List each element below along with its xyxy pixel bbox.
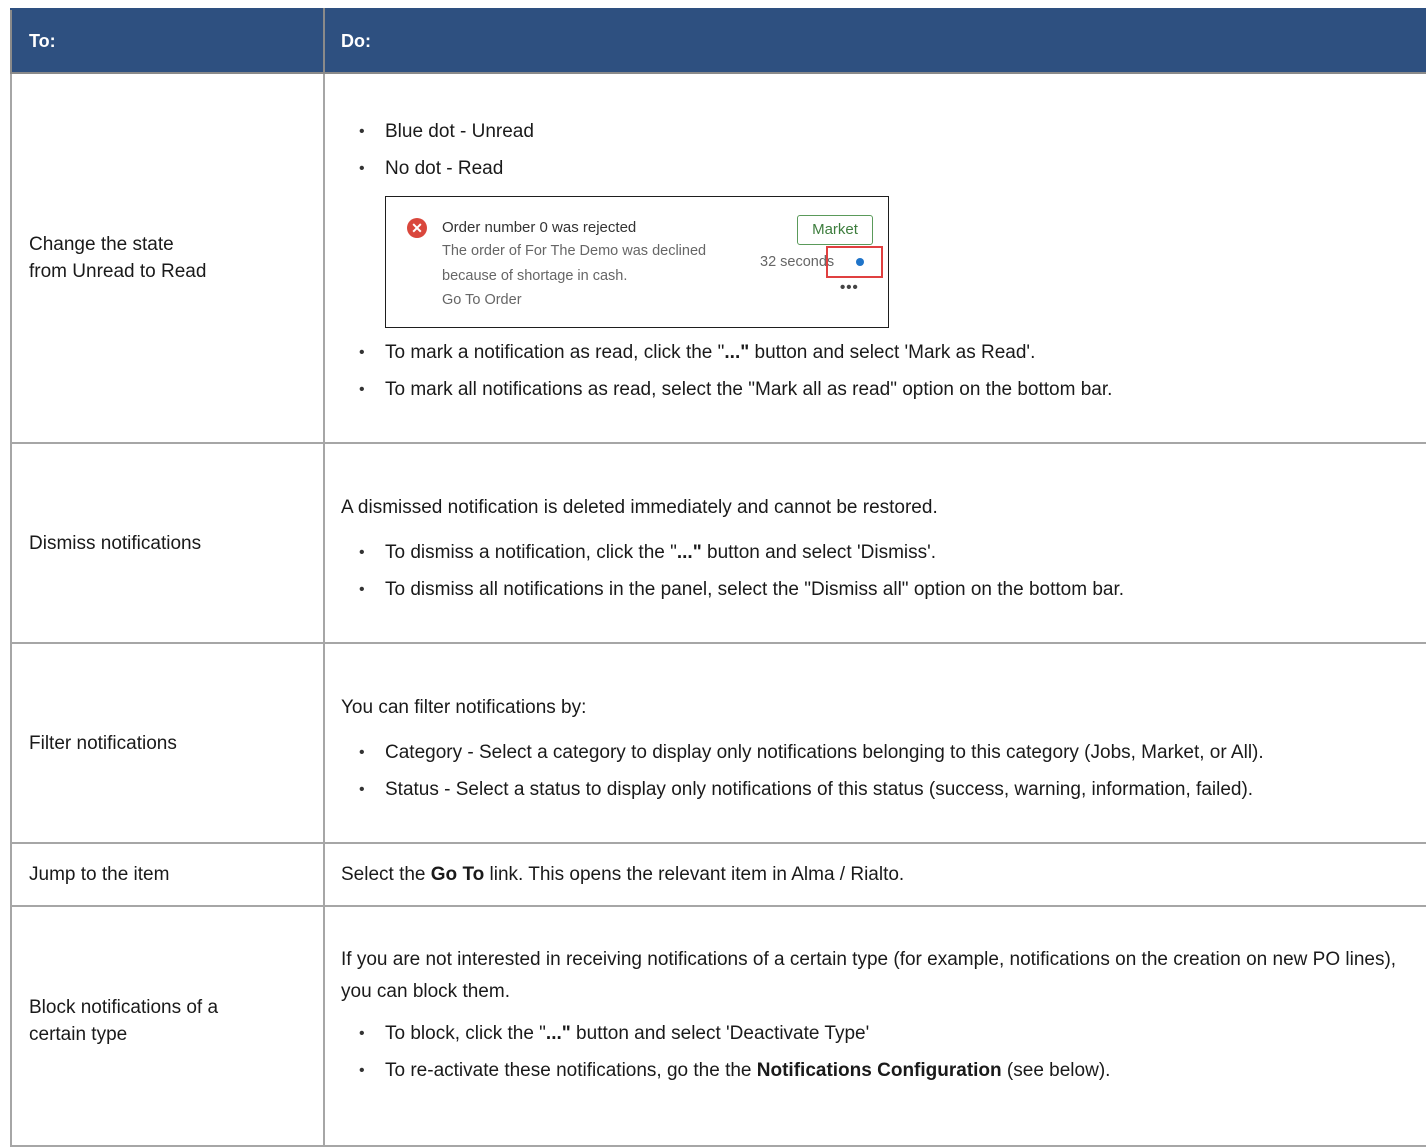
notifications-configuration-bold: Notifications Configuration	[756, 1060, 1002, 1081]
table-header-row: To: Do:	[10, 8, 1426, 74]
notification-card-screenshot: ✕ Order number 0 was rejected The order …	[385, 196, 889, 328]
row-intro-text: You can filter notifications by:	[341, 697, 587, 718]
list-item: No dot - Read	[341, 157, 1418, 181]
go-to-order-link[interactable]: Go To Order	[442, 292, 522, 308]
row-intro-text: A dismissed notification is deleted imme…	[341, 497, 938, 518]
bullet-list: To mark a notification as read, click th…	[341, 341, 1418, 402]
list-item: Category - Select a category to display …	[341, 741, 1418, 765]
highlight-box	[826, 246, 883, 278]
table-row: Filter notifications You can filter noti…	[10, 642, 1426, 844]
notifications-actions-table: To: Do: Change the state from Unread to …	[10, 8, 1426, 1147]
list-item: To mark a notification as read, click th…	[341, 341, 1418, 365]
bullet-list: To dismiss a notification, click the "..…	[341, 541, 1418, 602]
row-to-line: from Unread to Read	[29, 261, 207, 282]
table-row: Jump to the item Select the Go To link. …	[10, 842, 1426, 907]
row-do-cell: Select the Go To link. This opens the re…	[323, 842, 1426, 907]
row-intro-text: If you are not interested in receiving n…	[341, 949, 1397, 1002]
bullet-list: To block, click the "..." button and sel…	[341, 1022, 1398, 1083]
notification-body-line: The order of For The Demo was declined	[442, 243, 707, 259]
notification-title: Order number 0 was rejected	[442, 219, 637, 236]
go-to-bold: Go To	[430, 863, 485, 885]
row-to-cell: Block notifications of a certain type	[10, 905, 325, 1147]
row-do-cell: Blue dot - Unread No dot - Read ✕ Order …	[323, 72, 1426, 444]
notification-body-line: because of shortage in cash.	[442, 268, 628, 284]
bullet-list: Blue dot - Unread No dot - Read	[341, 120, 1418, 181]
list-item: To dismiss all notifications in the pane…	[341, 578, 1418, 602]
row-to-cell: Filter notifications	[10, 642, 325, 844]
row-to-cell: Jump to the item	[10, 842, 325, 907]
list-item: To dismiss a notification, click the "..…	[341, 541, 1418, 565]
table-row: Dismiss notifications A dismissed notifi…	[10, 442, 1426, 644]
list-item: To block, click the "..." button and sel…	[341, 1022, 1398, 1046]
row-do-cell: A dismissed notification is deleted imme…	[323, 442, 1426, 644]
header-to: To:	[10, 8, 325, 74]
list-item: Blue dot - Unread	[341, 120, 1418, 144]
row-to-line: Change the state	[29, 234, 174, 255]
list-item: To mark all notifications as read, selec…	[341, 378, 1418, 402]
row-to-line: Block notifications of a	[29, 997, 219, 1018]
error-x-icon: ✕	[407, 218, 427, 238]
list-item: To re-activate these notifications, go t…	[341, 1059, 1398, 1083]
list-item: Status - Select a status to display only…	[341, 778, 1418, 802]
row-do-cell: If you are not interested in receiving n…	[323, 905, 1426, 1147]
table-row: Block notifications of a certain type If…	[10, 905, 1426, 1147]
row-do-cell: You can filter notifications by: Categor…	[323, 642, 1426, 844]
row-to-line: certain type	[29, 1024, 128, 1045]
table-row: Change the state from Unread to Read Blu…	[10, 72, 1426, 444]
row-to-cell: Dismiss notifications	[10, 442, 325, 644]
category-tag: Market	[797, 215, 873, 245]
notification-time: 32 seconds	[760, 254, 835, 270]
header-do: Do:	[323, 8, 1426, 74]
bullet-list: Category - Select a category to display …	[341, 741, 1418, 802]
row-to-cell: Change the state from Unread to Read	[10, 72, 325, 444]
more-options-icon[interactable]: •••	[840, 279, 859, 296]
